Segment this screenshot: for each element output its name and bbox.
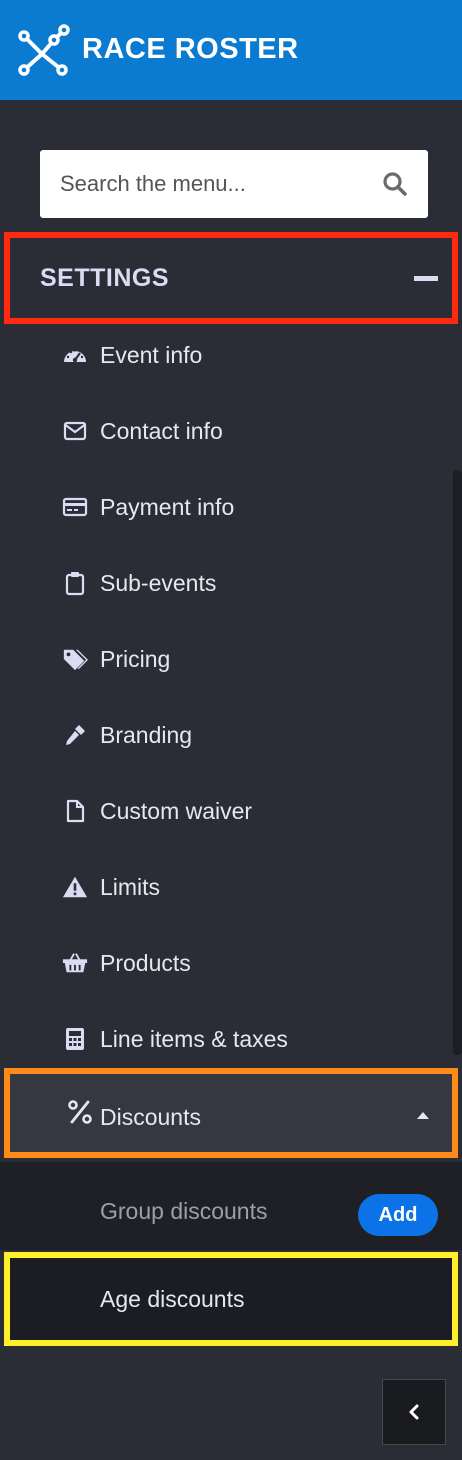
brand-name[interactable]: RACE ROSTER xyxy=(82,33,299,66)
settings-section-header[interactable]: SETTINGS xyxy=(4,232,458,324)
sidebar-scrollbar[interactable] xyxy=(453,470,462,1055)
eyedropper-icon xyxy=(62,722,88,748)
clipboard-icon xyxy=(62,570,88,596)
sidebar-item-limits[interactable]: Limits xyxy=(0,857,454,917)
envelope-icon xyxy=(62,418,88,444)
sidebar-item-label: Event info xyxy=(100,341,203,368)
tags-icon xyxy=(62,646,88,672)
search-icon[interactable] xyxy=(382,171,408,197)
sidebar-item-discounts[interactable]: Discounts xyxy=(4,1068,458,1158)
sidebar-item-label: Line items & taxes xyxy=(100,1025,288,1052)
sidebar-item-label: Sub-events xyxy=(100,569,217,596)
document-icon xyxy=(62,798,88,824)
sidebar-item-label: Payment info xyxy=(100,493,235,520)
sidebar-item-label: Limits xyxy=(100,873,161,900)
sidebar-item-label: Branding xyxy=(100,721,193,748)
sidebar-item-branding[interactable]: Branding xyxy=(0,705,454,765)
sidebar-subitem-age-discounts[interactable]: Age discounts xyxy=(4,1252,458,1346)
credit-card-icon xyxy=(62,494,88,520)
collapse-minus-icon[interactable] xyxy=(414,276,438,281)
sidebar-item-label: Contact info xyxy=(100,417,223,444)
menu-search[interactable] xyxy=(40,150,428,218)
sidebar-item-label: Custom waiver xyxy=(100,797,253,824)
sidebar-item-sub-events[interactable]: Sub-events xyxy=(0,553,454,613)
add-group-discount-button[interactable]: Add xyxy=(358,1194,438,1236)
percent-icon xyxy=(68,1100,92,1124)
dashboard-icon xyxy=(62,342,88,368)
sidebar-item-contact-info[interactable]: Contact info xyxy=(0,401,454,461)
sidebar-item-label: Pricing xyxy=(100,645,171,672)
basket-icon xyxy=(62,950,88,976)
sidebar-item-payment-info[interactable]: Payment info xyxy=(0,477,454,537)
collapse-sidebar-button[interactable] xyxy=(382,1379,446,1445)
sidebar-item-products[interactable]: Products xyxy=(0,933,454,993)
warning-icon xyxy=(62,874,88,900)
sidebar-subitem-group-discounts[interactable]: Group discounts xyxy=(100,1198,267,1225)
settings-title: SETTINGS xyxy=(40,264,170,292)
chevron-left-icon xyxy=(409,1404,419,1420)
sidebar-item-event-info[interactable]: Event info xyxy=(0,325,454,385)
calculator-icon xyxy=(62,1026,88,1052)
app-header: RACE ROSTER xyxy=(0,0,462,100)
sidebar-item-label: Products xyxy=(100,949,191,976)
caret-up-icon[interactable] xyxy=(416,1110,430,1120)
search-input[interactable] xyxy=(40,150,360,218)
sidebar-item-label: Discounts xyxy=(100,1104,201,1130)
race-roster-logo-icon xyxy=(18,24,70,76)
sidebar-item-pricing[interactable]: Pricing xyxy=(0,629,454,689)
sidebar-item-line-items-taxes[interactable]: Line items & taxes xyxy=(0,1009,454,1069)
sidebar-item-label: Age discounts xyxy=(100,1286,245,1312)
sidebar-item-custom-waiver[interactable]: Custom waiver xyxy=(0,781,454,841)
